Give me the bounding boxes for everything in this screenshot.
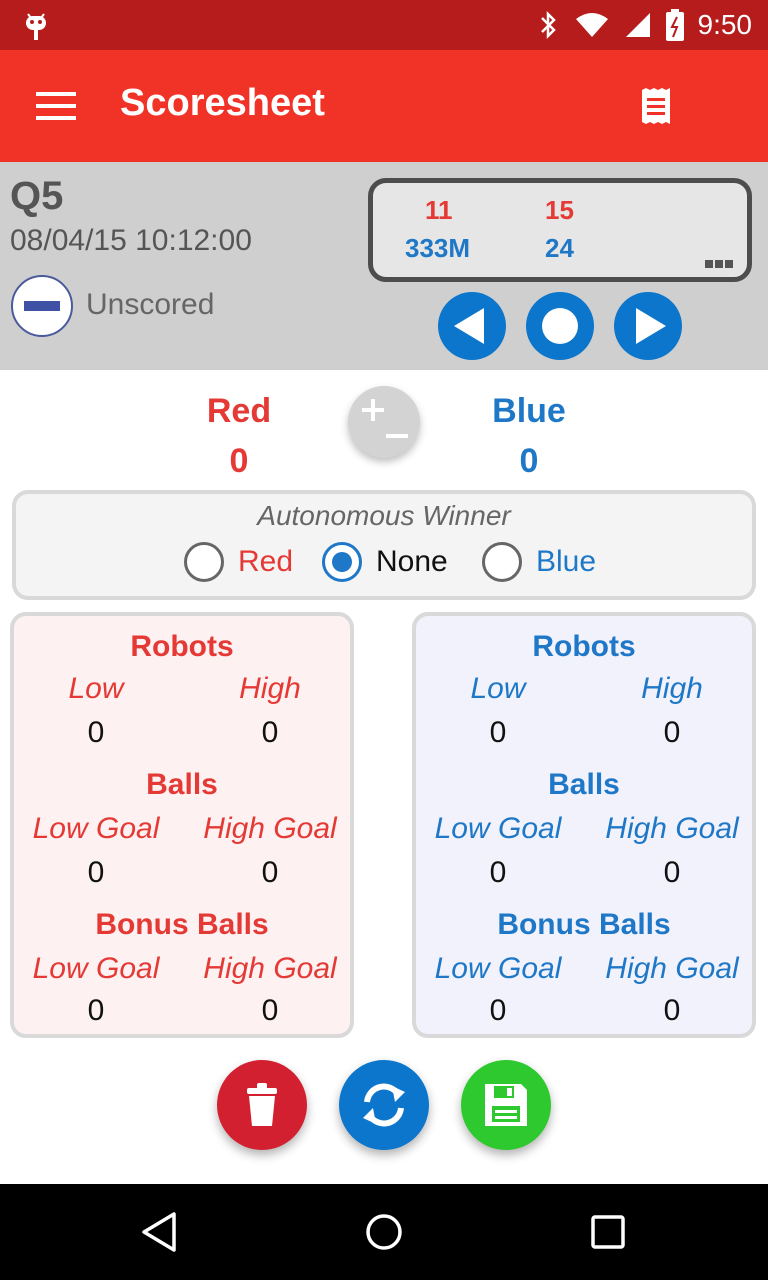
bonus-balls-heading: Bonus Balls bbox=[95, 908, 269, 941]
previous-match-button[interactable] bbox=[438, 292, 506, 360]
radio-circle bbox=[184, 542, 224, 582]
radio-circle bbox=[482, 542, 522, 582]
blue-balls-high-value[interactable]: 0 bbox=[592, 856, 752, 890]
auto-radio-none[interactable]: None bbox=[322, 542, 448, 582]
match-id: Q5 bbox=[10, 174, 64, 218]
balls-low-goal-label: Low Goal bbox=[434, 812, 562, 845]
match-info-strip: Q5 08/04/15 10:12:00 Unscored 11 15 333M… bbox=[0, 162, 768, 370]
plus-minus-icon bbox=[362, 399, 408, 438]
scoresheet-list-icon[interactable] bbox=[640, 88, 672, 124]
match-datetime: 08/04/15 10:12:00 bbox=[10, 224, 252, 257]
blue-bonus-high-value[interactable]: 0 bbox=[592, 994, 752, 1028]
robots-heading: Robots bbox=[532, 630, 636, 663]
robots-low-label: Low bbox=[68, 672, 124, 705]
red-team-2: 15 bbox=[545, 195, 574, 225]
match-status: Unscored bbox=[86, 288, 215, 321]
blue-bonus-low-value[interactable]: 0 bbox=[418, 994, 578, 1028]
refresh-button[interactable] bbox=[339, 1060, 429, 1150]
bonus-balls-heading: Bonus Balls bbox=[497, 908, 671, 941]
bonus-high-goal-label: High Goal bbox=[203, 952, 337, 985]
delete-button[interactable] bbox=[217, 1060, 307, 1150]
blue-score: 0 bbox=[519, 442, 539, 480]
current-match-button[interactable] bbox=[526, 292, 594, 360]
radio-label: None bbox=[376, 545, 448, 578]
robots-high-label: High bbox=[641, 672, 703, 705]
blue-team-1: 333M bbox=[405, 233, 471, 263]
red-alliance-panel: Robots Low High 0 0 Balls Low Goal High … bbox=[10, 612, 354, 1038]
play-right-icon bbox=[636, 308, 666, 344]
blue-team-2: 24 bbox=[545, 233, 574, 263]
auto-radio-red[interactable]: Red bbox=[184, 542, 293, 582]
auto-radio-blue[interactable]: Blue bbox=[482, 542, 596, 582]
recents-icon[interactable] bbox=[584, 1208, 632, 1256]
red-bonus-low-value[interactable]: 0 bbox=[16, 994, 176, 1028]
red-label: Red bbox=[206, 392, 272, 430]
red-bonus-high-value[interactable]: 0 bbox=[190, 994, 350, 1028]
plus-minus-toggle-button[interactable] bbox=[348, 386, 420, 458]
home-icon[interactable] bbox=[360, 1208, 408, 1256]
signal-icon bbox=[625, 13, 650, 37]
red-balls-low-value[interactable]: 0 bbox=[16, 856, 176, 890]
blue-robots-high-value[interactable]: 0 bbox=[592, 716, 752, 750]
radio-label: Blue bbox=[536, 545, 597, 578]
red-balls-high-value[interactable]: 0 bbox=[190, 856, 350, 890]
autonomous-winner-title: Autonomous Winner bbox=[257, 500, 511, 531]
app-title: Scoresheet bbox=[120, 82, 325, 124]
trash-icon bbox=[247, 1083, 277, 1126]
battery-icon bbox=[665, 9, 684, 41]
back-icon[interactable] bbox=[136, 1208, 184, 1256]
blue-balls-low-value[interactable]: 0 bbox=[418, 856, 578, 890]
balls-high-goal-label: High Goal bbox=[203, 812, 337, 845]
save-button[interactable] bbox=[461, 1060, 551, 1150]
robots-high-label: High bbox=[239, 672, 301, 705]
bonus-low-goal-label: Low Goal bbox=[434, 952, 562, 985]
radio-circle-checked bbox=[322, 542, 362, 582]
red-score: 0 bbox=[229, 442, 249, 480]
red-team-1: 11 bbox=[425, 195, 453, 225]
bluetooth-icon bbox=[540, 10, 556, 40]
app-bar: Scoresheet bbox=[0, 50, 768, 162]
balls-heading: Balls bbox=[146, 768, 218, 801]
play-left-icon bbox=[454, 308, 484, 344]
bonus-high-goal-label: High Goal bbox=[605, 952, 739, 985]
unscored-status-icon bbox=[11, 275, 73, 337]
wifi-icon bbox=[575, 13, 608, 37]
blue-robots-low-value[interactable]: 0 bbox=[418, 716, 578, 750]
balls-high-goal-label: High Goal bbox=[605, 812, 739, 845]
radio-label: Red bbox=[238, 545, 294, 578]
more-dots-icon bbox=[705, 260, 733, 268]
system-nav-bar bbox=[0, 1184, 768, 1280]
menu-icon[interactable] bbox=[36, 92, 76, 120]
red-robots-high-value[interactable]: 0 bbox=[190, 716, 350, 750]
alliance-teams-box[interactable]: 11 15 333M 24 bbox=[368, 178, 752, 282]
record-dot-icon bbox=[542, 308, 578, 344]
balls-heading: Balls bbox=[548, 768, 620, 801]
bonus-low-goal-label: Low Goal bbox=[32, 952, 160, 985]
floppy-disk-icon bbox=[485, 1084, 527, 1126]
robots-heading: Robots bbox=[130, 630, 234, 663]
android-debug-icon bbox=[26, 13, 46, 40]
blue-label: Blue bbox=[492, 392, 566, 430]
balls-low-goal-label: Low Goal bbox=[32, 812, 160, 845]
robots-low-label: Low bbox=[470, 672, 526, 705]
red-robots-low-value[interactable]: 0 bbox=[16, 716, 176, 750]
next-match-button[interactable] bbox=[614, 292, 682, 360]
refresh-icon bbox=[363, 1083, 405, 1127]
blue-alliance-panel: Robots Low High 0 0 Balls Low Goal High … bbox=[412, 612, 756, 1038]
status-time: 9:50 bbox=[697, 9, 753, 40]
autonomous-winner-box: Autonomous Winner Red None Blue bbox=[12, 490, 756, 600]
score-row: Red 0 Blue 0 bbox=[0, 384, 768, 484]
status-bar: 9:50 bbox=[0, 0, 768, 50]
